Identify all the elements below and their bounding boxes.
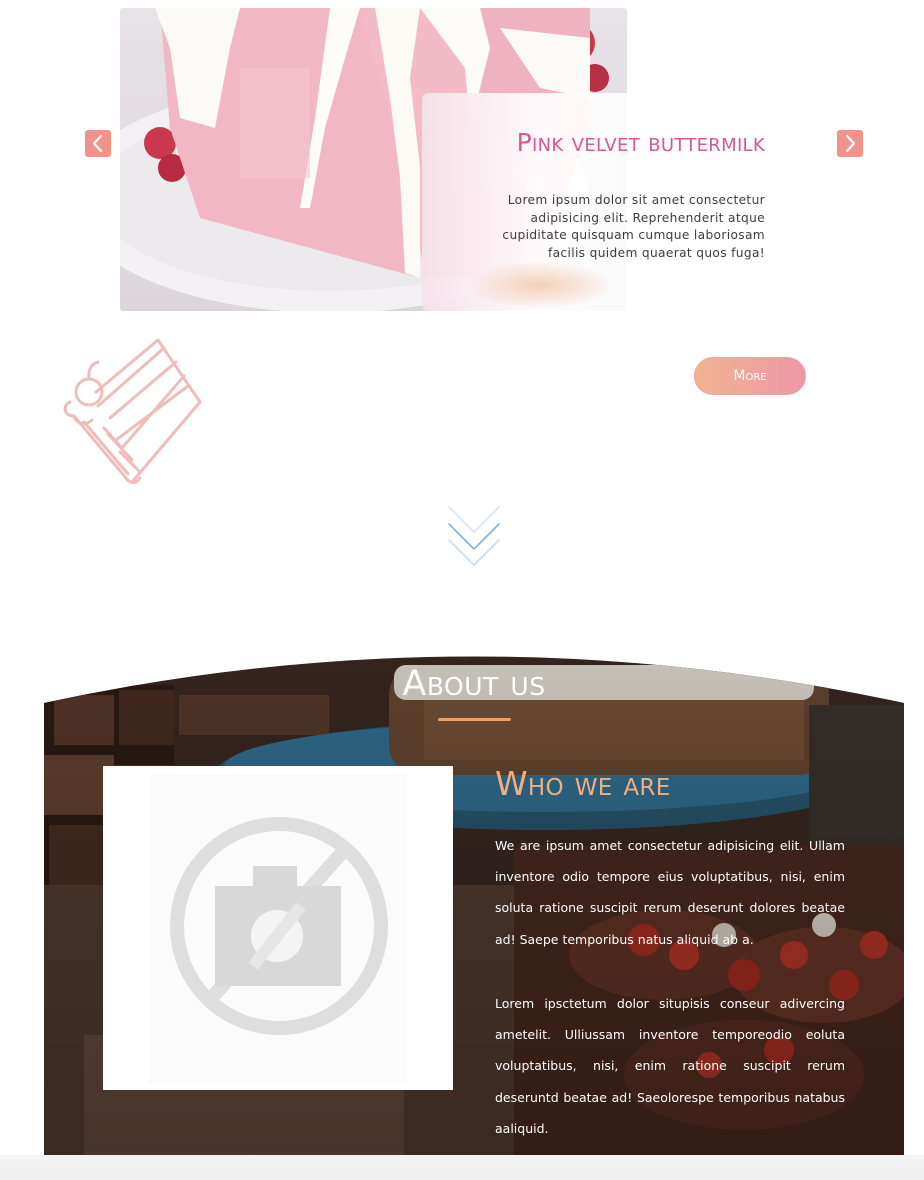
chevron-right-icon xyxy=(845,134,856,153)
about-paragraph-1: We are ipsum amet consectetur adipisicin… xyxy=(495,838,845,947)
double-chevron-down-icon xyxy=(448,506,500,566)
about-paragraph-2: Lorem ipsctetum dolor situpisis conseur … xyxy=(495,996,845,1136)
about-title-underline xyxy=(438,718,511,721)
about-photo-placeholder xyxy=(103,766,453,1090)
cake-slice-icon xyxy=(58,336,208,493)
chevron-left-icon xyxy=(92,134,103,153)
bottom-strip xyxy=(0,1155,924,1180)
more-button[interactable]: More xyxy=(694,357,806,395)
scroll-down-button[interactable] xyxy=(446,502,502,573)
slide-title: Pink velvet buttermilk xyxy=(516,128,765,157)
who-we-are-heading: Who we are xyxy=(495,764,671,803)
slide-description: Lorem ipsum dolor sit amet consectetur a… xyxy=(502,193,765,260)
caption-glow xyxy=(470,262,610,308)
about-title: About us xyxy=(402,664,546,704)
slider-next-button[interactable] xyxy=(837,130,863,157)
slider-prev-button[interactable] xyxy=(85,130,111,157)
no-photo-icon xyxy=(149,774,407,1084)
